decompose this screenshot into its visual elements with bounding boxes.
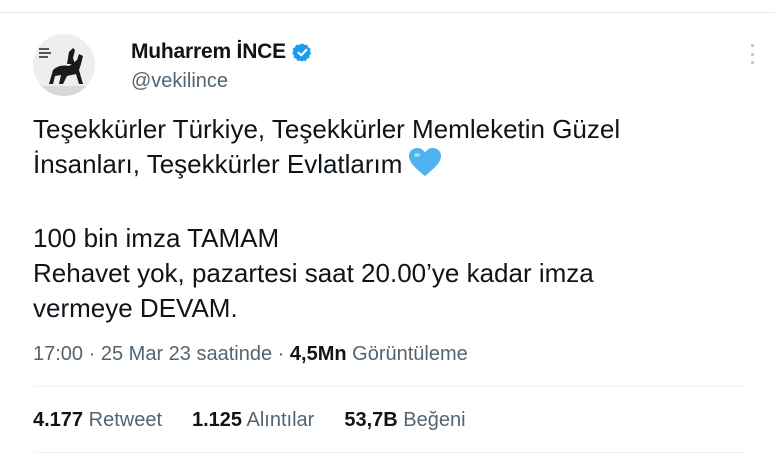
quotes-stat[interactable]: 1.125 Alıntılar bbox=[192, 409, 314, 432]
tweet-line: 100 bin imza TAMAM bbox=[33, 223, 280, 253]
likes-stat[interactable]: 53,7B Beğeni bbox=[344, 409, 465, 432]
avatar[interactable] bbox=[33, 34, 95, 96]
views-count[interactable]: 4,5Mn bbox=[290, 343, 347, 365]
avatar-image-icon bbox=[33, 34, 95, 96]
tweet-meta: 17:00 · 25 Mar 23 saatinde · 4,5Mn Görün… bbox=[33, 343, 468, 366]
blue-heart-icon bbox=[408, 147, 442, 186]
quotes-count: 1.125 bbox=[192, 409, 243, 431]
tweet-text: Teşekkürler Türkiye, Teşekkürler Memleke… bbox=[33, 112, 753, 326]
verified-badge-icon bbox=[291, 42, 313, 63]
more-options-icon[interactable] bbox=[745, 44, 759, 64]
author-row: Muharrem İNCE bbox=[131, 40, 313, 64]
meta-separator: · bbox=[277, 343, 285, 365]
retweets-stat[interactable]: 4.177 Retweet bbox=[33, 409, 162, 432]
tweet-time[interactable]: 17:00 bbox=[33, 343, 83, 365]
likes-count: 53,7B bbox=[344, 409, 398, 431]
views-label[interactable]: Görüntüleme bbox=[352, 343, 468, 365]
divider bbox=[33, 452, 746, 453]
tweet-date[interactable]: 25 Mar 23 saatinde bbox=[101, 343, 272, 365]
top-divider bbox=[0, 12, 775, 13]
divider bbox=[33, 386, 746, 387]
tweet-line: vermeye DEVAM. bbox=[33, 293, 238, 323]
tweet-line: Teşekkürler Türkiye, Teşekkürler Memleke… bbox=[33, 114, 621, 144]
tweet-line: İnsanları, Teşekkürler Evlatlarım bbox=[33, 147, 753, 186]
author-handle[interactable]: @vekilince bbox=[131, 70, 228, 93]
likes-label: Beğeni bbox=[403, 409, 466, 431]
tweet-line: Rehavet yok, pazartesi saat 20.00’ye kad… bbox=[33, 258, 594, 288]
meta-separator: · bbox=[88, 343, 96, 365]
retweets-label: Retweet bbox=[88, 409, 162, 431]
tweet-line-text: İnsanları, Teşekkürler Evlatlarım bbox=[33, 149, 403, 179]
quotes-label: Alıntılar bbox=[246, 409, 315, 431]
engagement-stats: 4.177 Retweet 1.125 Alıntılar 53,7B Beğe… bbox=[33, 409, 496, 432]
author-name[interactable]: Muharrem İNCE bbox=[131, 40, 286, 64]
retweets-count: 4.177 bbox=[33, 409, 84, 431]
